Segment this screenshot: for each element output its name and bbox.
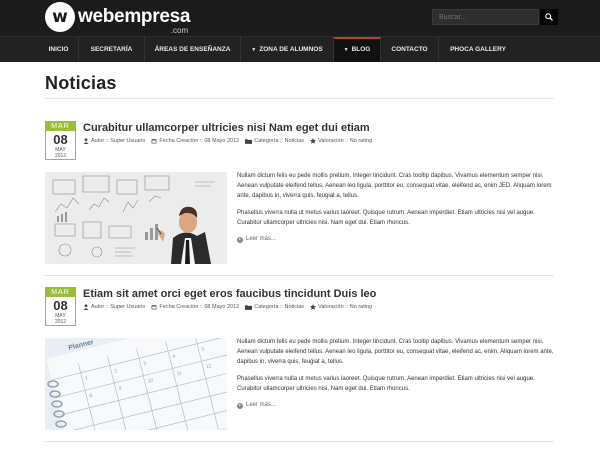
- logo-suffix: .com: [170, 26, 189, 35]
- article-item: MAR 08 MAY 2012 Etiam sit amet orci eget…: [45, 287, 554, 433]
- arrow-circle-icon: [237, 236, 243, 243]
- article-item: MAR 08 MAY 2012 Curabitur ullamcorper ul…: [45, 121, 554, 266]
- divider: [45, 441, 554, 442]
- read-more-label: Leer más...: [246, 235, 277, 242]
- search-icon: [545, 13, 553, 21]
- meta-created: Fecha Creación :: 08 Mayo 2012: [159, 304, 240, 310]
- meta-category-label: Categoría ::: [254, 138, 283, 144]
- nav-item-zona-alumnos[interactable]: ▼ ZONA DE ALUMNOS: [241, 37, 334, 62]
- date-day: 08: [53, 298, 68, 313]
- page-title: Noticias: [45, 73, 117, 93]
- nav-label: BLOG: [351, 46, 371, 53]
- businessman-charts-image: [45, 172, 227, 264]
- nav-label: CONTACTO: [391, 46, 428, 53]
- planner-calendar-image: 12345 89101112 Planner: [45, 338, 227, 430]
- user-icon: [83, 138, 89, 144]
- meta-category-link[interactable]: Noticias: [285, 304, 305, 310]
- article-image[interactable]: [45, 172, 227, 264]
- article-paragraph: Nullam dictum felis eu pede mollis preti…: [237, 339, 554, 365]
- meta-category-link[interactable]: Noticias: [285, 138, 305, 144]
- nav-item-secretaria[interactable]: SECRETARÍA: [79, 37, 145, 62]
- chevron-down-icon: ▼: [343, 47, 349, 53]
- nav-label: ZONA DE ALUMNOS: [259, 46, 323, 53]
- date-badge: MAR 08 MAY 2012: [45, 121, 76, 160]
- calendar-icon: [152, 139, 157, 144]
- article-paragraph: Phasellus viverra nulla ut metus varius …: [237, 210, 535, 227]
- nav-item-contacto[interactable]: CONTACTO: [381, 37, 439, 62]
- calendar-icon: [152, 305, 157, 310]
- folder-icon: [245, 139, 253, 144]
- logo-name: webempresa: [78, 6, 191, 27]
- meta-author: Autor :: Super Usuario: [91, 138, 146, 144]
- article-title[interactable]: Etiam sit amet orci eget eros faucibus t…: [83, 288, 376, 300]
- date-year: 2012: [54, 153, 67, 159]
- main-nav: INICIO SECRETARÍA ÁREAS DE ENSEÑANZA ▼ ZO…: [0, 36, 600, 62]
- logo-wordmark: webempresa .com: [78, 6, 191, 36]
- star-icon: [310, 304, 317, 310]
- user-icon: [83, 304, 89, 310]
- article-paragraph: Phasellus viverra nulla ut metus varius …: [237, 376, 535, 393]
- nav-item-areas[interactable]: ÁREAS DE ENSEÑANZA: [145, 37, 241, 62]
- logo-icon: w: [45, 2, 75, 32]
- star-icon: [310, 138, 317, 144]
- article-body: Nullam dictum felis eu pede mollis preti…: [237, 338, 554, 411]
- date-year: 2012: [54, 319, 67, 325]
- meta-rating: Valoración :: No rating: [318, 304, 373, 310]
- date-month: MAR: [46, 288, 75, 297]
- nav-item-inicio[interactable]: INICIO: [39, 37, 79, 62]
- article-body: Nullam dictum felis eu pede mollis preti…: [237, 172, 554, 245]
- nav-label: SECRETARÍA: [90, 46, 133, 53]
- chevron-down-icon: ▼: [251, 47, 257, 53]
- divider: [45, 275, 554, 276]
- date-day: 08: [53, 132, 68, 147]
- nav-item-blog[interactable]: ▼ BLOG: [334, 37, 381, 62]
- date-badge: MAR 08 MAY 2012: [45, 287, 76, 326]
- article-title[interactable]: Curabitur ullamcorper ultricies nisi Nam…: [83, 122, 370, 134]
- logo-mark-text: w: [52, 6, 68, 27]
- arrow-circle-icon: [237, 402, 243, 409]
- folder-icon: [245, 305, 253, 310]
- nav-item-phoca-gallery[interactable]: PHOCA GALLERY: [439, 37, 517, 62]
- read-more-link[interactable]: Leer más...: [237, 401, 554, 411]
- article-image[interactable]: 12345 8 9 10 11 12 Planner: [45, 338, 227, 430]
- top-header: w webempresa .com: [0, 0, 600, 36]
- divider: [45, 98, 554, 99]
- date-month: MAR: [46, 122, 75, 131]
- read-more-label: Leer más...: [246, 401, 277, 408]
- article-meta: Autor :: Super Usuario Fecha Creación ::…: [83, 138, 372, 144]
- meta-rating: Valoración :: No rating: [318, 138, 373, 144]
- meta-author: Autor :: Super Usuario: [91, 304, 146, 310]
- nav-label: PHOCA GALLERY: [450, 46, 506, 53]
- search-input[interactable]: [432, 9, 539, 25]
- search-button[interactable]: [540, 9, 558, 25]
- read-more-link[interactable]: Leer más...: [237, 235, 554, 245]
- nav-label: ÁREAS DE ENSEÑANZA: [154, 46, 231, 53]
- article-meta: Autor :: Super Usuario Fecha Creación ::…: [83, 304, 372, 310]
- nav-label: INICIO: [48, 46, 69, 53]
- meta-category-label: Categoría ::: [254, 304, 283, 310]
- meta-created: Fecha Creación :: 08 Mayo 2012: [159, 138, 240, 144]
- site-logo[interactable]: w webempresa .com: [45, 2, 191, 36]
- article-paragraph: Nullam dictum felis eu pede mollis preti…: [237, 173, 552, 199]
